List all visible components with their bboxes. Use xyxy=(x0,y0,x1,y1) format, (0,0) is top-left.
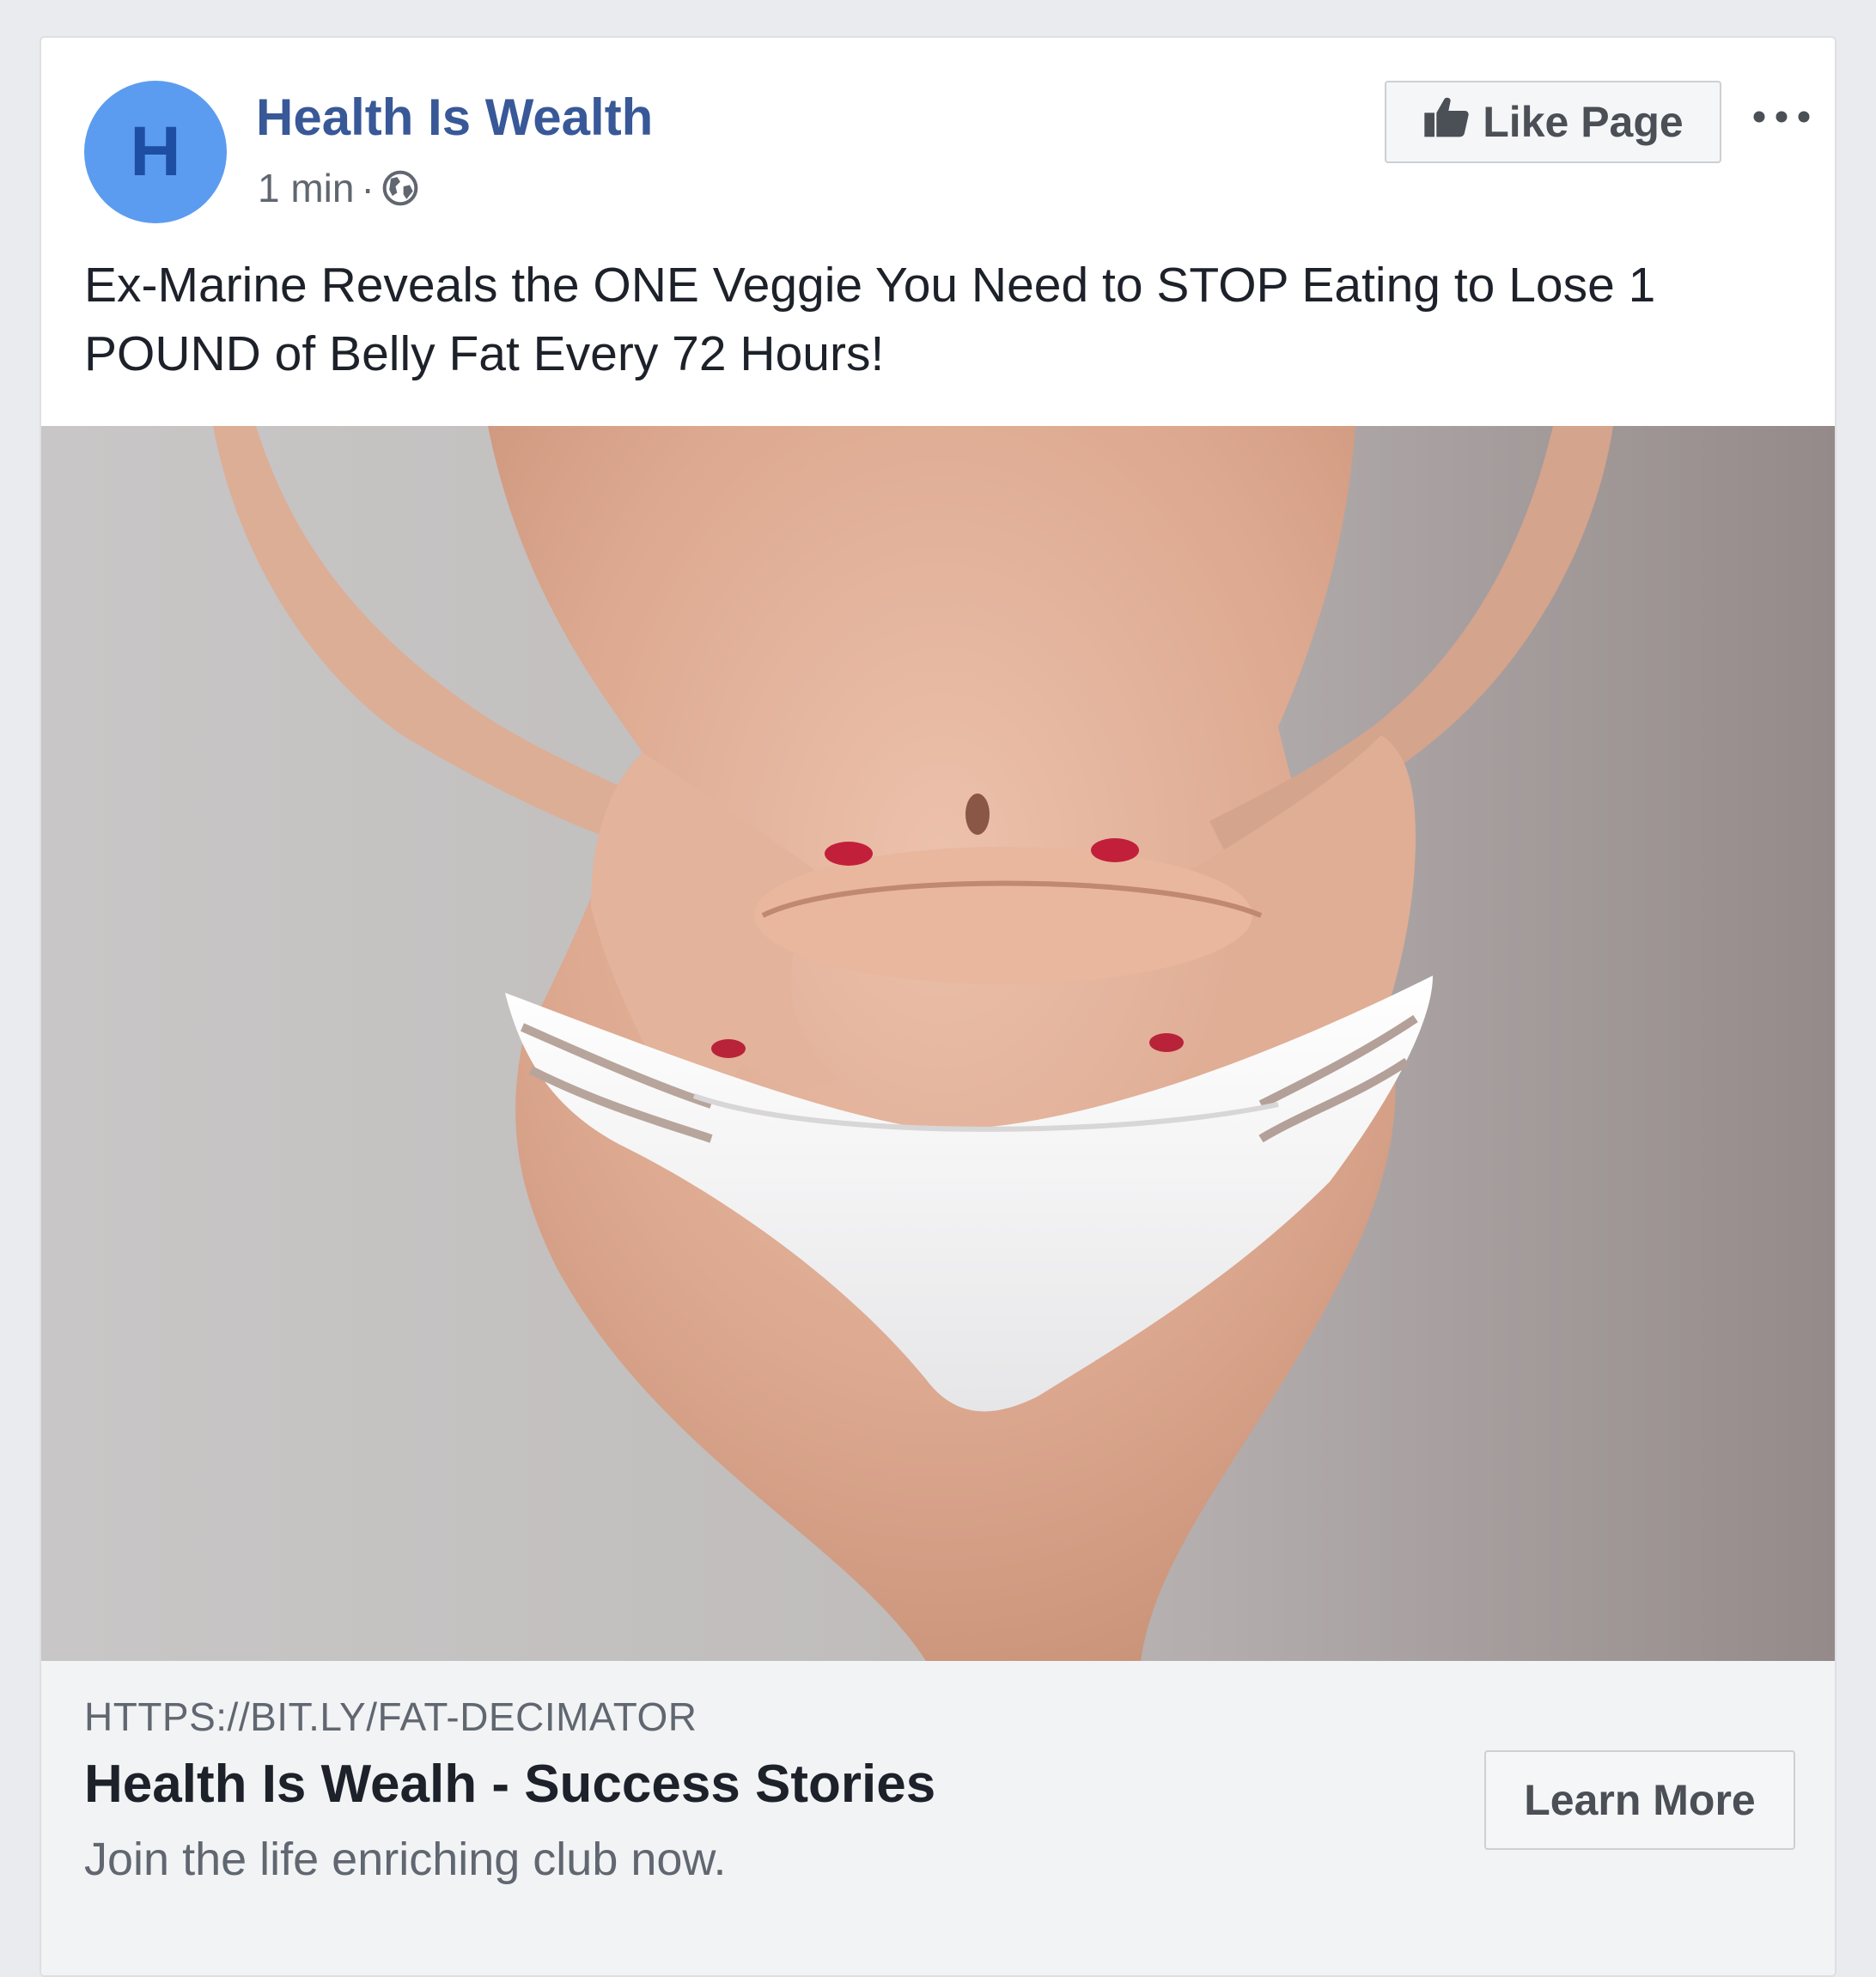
like-page-button[interactable]: Like Page xyxy=(1385,81,1721,163)
learn-more-button[interactable]: Learn More xyxy=(1484,1750,1795,1850)
meta-separator: · xyxy=(361,166,375,210)
more-options-button[interactable] xyxy=(1747,91,1816,143)
page-name-link[interactable]: Health Is Wealth xyxy=(256,88,653,147)
link-preview[interactable]: HTTPS://BIT.LY/FAT-DECIMATOR Health Is W… xyxy=(41,1661,1835,1975)
post-text: Ex-Marine Reveals the ONE Veggie You Nee… xyxy=(84,258,1656,381)
avatar-letter: H xyxy=(130,113,181,191)
link-title[interactable]: Health Is Wealh - Success Stories xyxy=(84,1754,935,1815)
link-domain: HTTPS://BIT.LY/FAT-DECIMATOR xyxy=(84,1694,697,1739)
thumbs-up-icon xyxy=(1422,94,1471,149)
more-dots-icon xyxy=(1753,111,1810,123)
post-photo[interactable] xyxy=(41,426,1835,1661)
page-avatar[interactable]: H xyxy=(84,81,227,223)
sponsored-post-card: H Health Is Wealth 1 min · Like Page Ex-… xyxy=(40,36,1836,1977)
post-timestamp[interactable]: 1 min xyxy=(258,165,354,211)
globe-icon[interactable] xyxy=(381,169,419,207)
post-meta: 1 min · xyxy=(258,165,419,211)
like-page-label: Like Page xyxy=(1483,98,1684,146)
link-description: Join the life enriching club now. xyxy=(84,1834,727,1885)
